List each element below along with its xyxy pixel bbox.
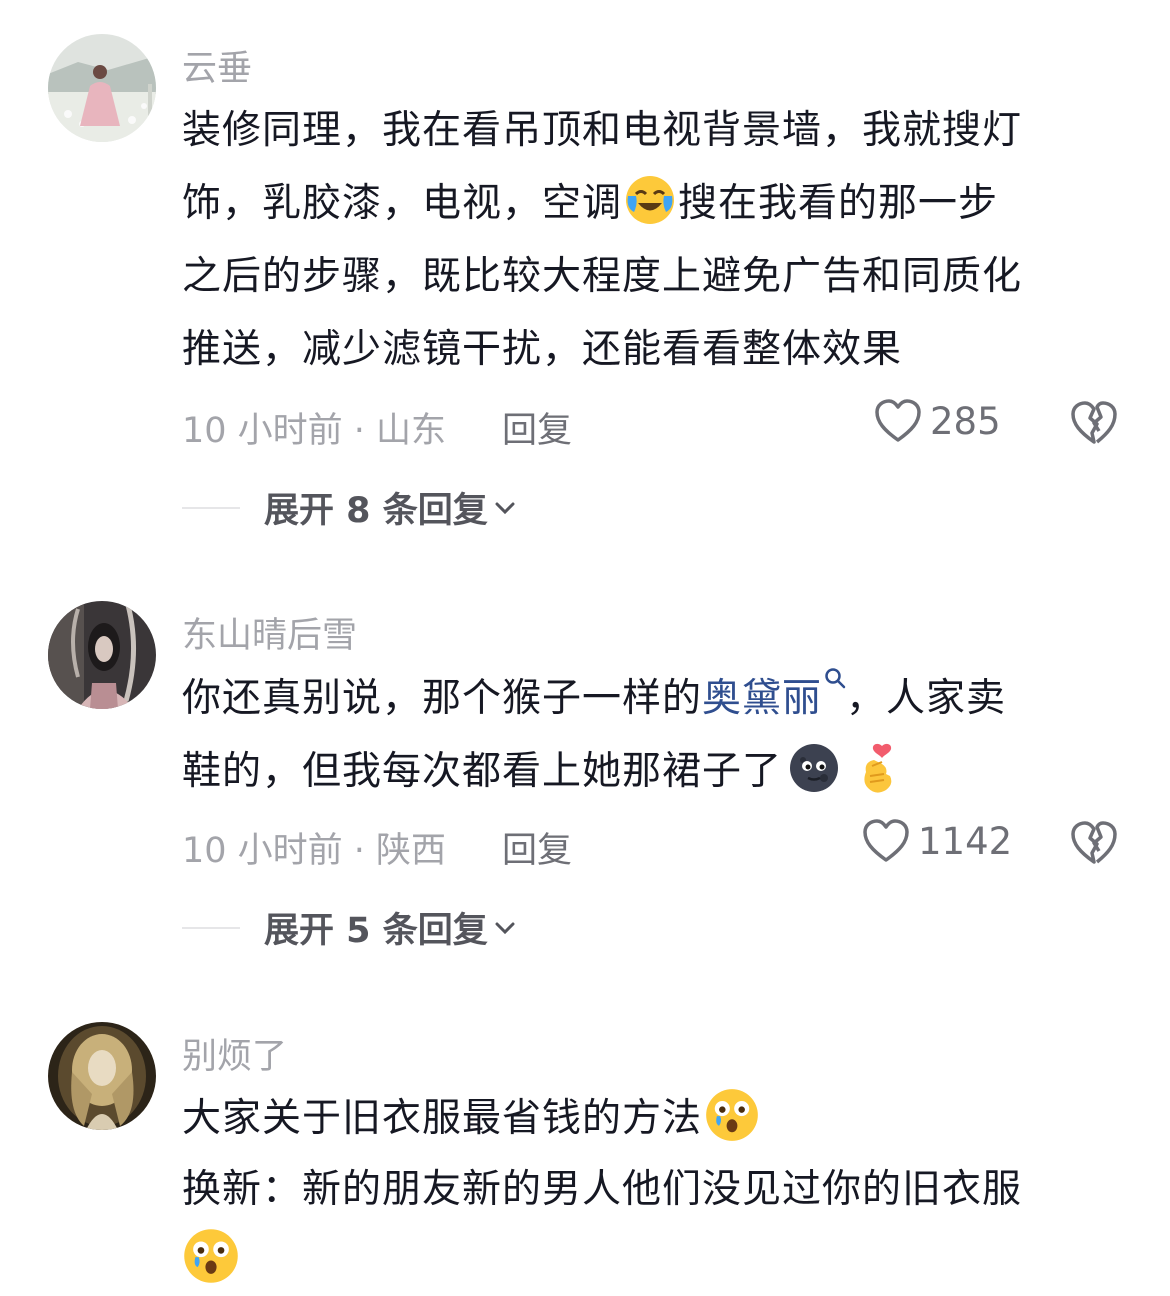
comment-line: 饰，乳胶漆，电视，空调 搜在我看的那一步	[182, 167, 1142, 240]
comment-line-part: 鞋的，但我每次都看上她那裙子了	[182, 749, 783, 794]
avatar[interactable]	[48, 1022, 156, 1130]
like-button[interactable]: 1142	[862, 818, 1012, 864]
heart-icon	[875, 399, 921, 442]
expand-replies[interactable]: 展开 5 条回复	[182, 902, 516, 953]
search-icon	[825, 668, 846, 689]
teary-shocked-emoji	[184, 1229, 238, 1283]
like-count: 285	[930, 399, 1001, 443]
comment-text: 大家关于旧衣服最省钱的方法 换新：新的朋友新的男人他们没见过你的旧衣服	[182, 1083, 1142, 1296]
expand-replies-label: 展开 5 条回复	[264, 911, 488, 951]
comment-line: 你还真别说，那个猴子一样的奥黛丽 ，人家卖	[182, 662, 1142, 735]
comment-line: 推送，减少滤镜干扰，还能看看整体效果	[182, 327, 903, 372]
divider	[182, 926, 240, 929]
comment-line: 装修同理，我在看吊顶和电视背景墙，我就搜灯	[182, 108, 1023, 153]
dark-moon-face-emoji	[790, 744, 839, 792]
expand-replies[interactable]: 展开 8 条回复	[182, 482, 516, 533]
finger-heart-emoji	[864, 743, 892, 793]
broken-heart-icon	[1071, 821, 1117, 864]
comment-text: 装修同理，我在看吊顶和电视背景墙，我就搜灯 饰，乳胶漆，电视，空调 搜在我看的那一…	[182, 94, 1142, 386]
divider	[182, 506, 240, 509]
comment-line-part: 搜在我看的那一步	[678, 181, 999, 226]
username[interactable]: 别烦了	[182, 1028, 287, 1079]
expand-replies-label: 展开 8 条回复	[264, 491, 488, 531]
time-location: 10 小时前 · 山东	[182, 411, 447, 451]
chevron-down-icon	[495, 922, 515, 934]
username[interactable]: 云垂	[182, 40, 252, 91]
comment-line-part: 饰，乳胶漆，电视，空调	[182, 181, 623, 226]
broken-heart-icon	[1071, 401, 1117, 444]
comment-line: 大家关于旧衣服最省钱的方法	[182, 1083, 1142, 1154]
like-button[interactable]: 285	[874, 398, 1001, 444]
comment-line-part: 大家关于旧衣服最省钱的方法	[182, 1096, 703, 1141]
crying-laughing-emoji	[626, 176, 675, 224]
comment-line	[182, 1225, 1142, 1296]
comment-line-part: ，人家卖	[846, 676, 1007, 721]
comment-text: 你还真别说，那个猴子一样的奥黛丽 ，人家卖 鞋的，但我每次都看上她那裙子了	[182, 662, 1142, 808]
dislike-button[interactable]	[1070, 400, 1118, 450]
comment-line: 之后的步骤，既比较大程度上避免广告和同质化	[182, 254, 1023, 299]
avatar[interactable]	[48, 601, 156, 709]
time-location: 10 小时前 · 陕西	[182, 831, 447, 871]
reply-button[interactable]: 回复	[502, 402, 572, 453]
comment-line: 换新：新的朋友新的男人他们没见过你的旧衣服	[182, 1167, 1023, 1212]
teary-shocked-emoji	[706, 1089, 758, 1141]
comment-line: 鞋的，但我每次都看上她那裙子了	[182, 735, 1142, 808]
chevron-down-icon	[495, 502, 515, 514]
like-count: 1142	[918, 819, 1013, 863]
avatar[interactable]	[48, 34, 156, 142]
reply-button[interactable]: 回复	[502, 822, 572, 873]
comment-line-part: 你还真别说，那个猴子一样的	[182, 676, 703, 721]
username[interactable]: 东山晴后雪	[182, 607, 357, 658]
heart-icon	[863, 819, 909, 862]
search-link[interactable]: 奥黛丽	[702, 676, 822, 721]
dislike-button[interactable]	[1070, 820, 1118, 870]
